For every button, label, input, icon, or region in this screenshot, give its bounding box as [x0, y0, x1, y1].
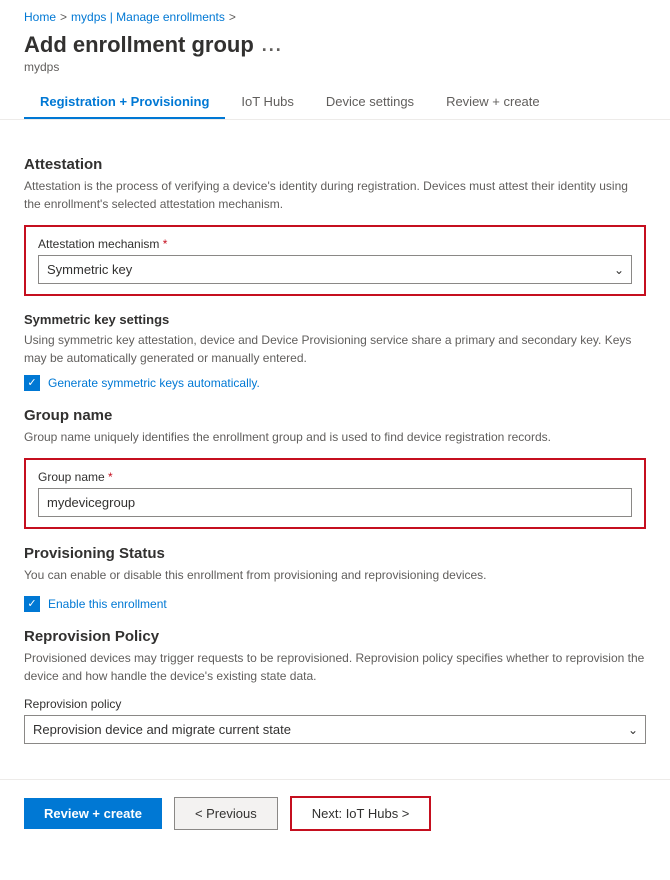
tabs-nav: Registration + Provisioning IoT Hubs Dev…	[0, 74, 670, 120]
symmetric-key-title: Symmetric key settings	[24, 312, 646, 327]
main-content: Attestation Attestation is the process o…	[0, 120, 670, 880]
attestation-mechanism-label: Attestation mechanism *	[38, 237, 632, 251]
checkmark-icon: ✓	[27, 378, 36, 389]
enable-enrollment-checkbox[interactable]: ✓	[24, 596, 40, 612]
reprovision-policy-label: Reprovision policy	[24, 697, 646, 711]
group-name-field-group: Group name *	[24, 458, 646, 529]
attestation-title: Attestation	[24, 156, 646, 173]
group-name-label: Group name *	[38, 470, 632, 484]
footer-actions: Review + create < Previous Next: IoT Hub…	[0, 779, 670, 847]
tab-registration-provisioning[interactable]: Registration + Provisioning	[24, 86, 225, 119]
attestation-mechanism-group: Attestation mechanism * Symmetric key X.…	[24, 225, 646, 296]
enable-enrollment-label: Enable this enrollment	[48, 597, 167, 611]
reprovision-policy-select[interactable]: Reprovision device and migrate current s…	[24, 715, 646, 744]
attestation-section: Attestation Attestation is the process o…	[24, 156, 646, 391]
reprovision-select-wrapper[interactable]: Reprovision device and migrate current s…	[24, 715, 646, 744]
enable-checkmark-icon: ✓	[27, 599, 36, 610]
tab-iot-hubs[interactable]: IoT Hubs	[225, 86, 310, 119]
provisioning-status-desc: You can enable or disable this enrollmen…	[24, 566, 646, 584]
attestation-mechanism-select[interactable]: Symmetric key X.509 certificates TPM	[38, 255, 632, 284]
provisioning-status-title: Provisioning Status	[24, 545, 646, 562]
breadcrumb-home[interactable]: Home	[24, 10, 56, 24]
page-header: Add enrollment group ... mydps	[0, 28, 670, 74]
review-create-button[interactable]: Review + create	[24, 798, 162, 829]
next-iot-hubs-button[interactable]: Next: IoT Hubs >	[290, 796, 432, 831]
ellipsis-button[interactable]: ...	[262, 35, 283, 56]
group-name-input[interactable]	[38, 488, 632, 517]
breadcrumb-sep1: >	[60, 10, 67, 24]
generate-keys-label: Generate symmetric keys automatically.	[48, 376, 260, 390]
attestation-desc: Attestation is the process of verifying …	[24, 177, 646, 213]
group-name-title: Group name	[24, 407, 646, 424]
group-name-section: Group name Group name uniquely identifie…	[24, 407, 646, 529]
reprovision-title: Reprovision Policy	[24, 628, 646, 645]
attestation-mechanism-select-wrapper[interactable]: Symmetric key X.509 certificates TPM ⌄	[38, 255, 632, 284]
generate-keys-checkbox[interactable]: ✓	[24, 375, 40, 391]
reprovision-policy-section: Reprovision Policy Provisioned devices m…	[24, 628, 646, 744]
symmetric-key-settings: Symmetric key settings Using symmetric k…	[24, 312, 646, 391]
required-marker: *	[163, 237, 168, 251]
reprovision-desc: Provisioned devices may trigger requests…	[24, 649, 646, 685]
provisioning-status-section: Provisioning Status You can enable or di…	[24, 545, 646, 612]
enable-enrollment-checkbox-row[interactable]: ✓ Enable this enrollment	[24, 596, 646, 612]
tab-device-settings[interactable]: Device settings	[310, 86, 430, 119]
page-title: Add enrollment group	[24, 32, 254, 58]
group-name-required: *	[108, 470, 113, 484]
breadcrumb: Home > mydps | Manage enrollments >	[0, 0, 670, 28]
breadcrumb-mydps[interactable]: mydps | Manage enrollments	[71, 10, 225, 24]
tab-review-create[interactable]: Review + create	[430, 86, 556, 119]
generate-keys-checkbox-row[interactable]: ✓ Generate symmetric keys automatically.	[24, 375, 646, 391]
breadcrumb-sep2: >	[229, 10, 236, 24]
page-subtitle: mydps	[24, 60, 646, 74]
group-name-desc: Group name uniquely identifies the enrol…	[24, 428, 646, 446]
previous-button[interactable]: < Previous	[174, 797, 278, 830]
symmetric-key-desc: Using symmetric key attestation, device …	[24, 331, 646, 367]
